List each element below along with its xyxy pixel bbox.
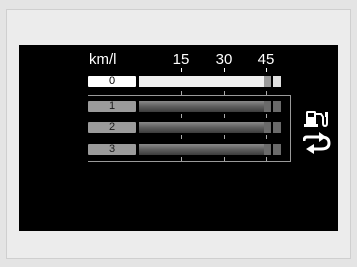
trip-row-current: 0 (88, 76, 281, 87)
grid-tick (224, 135, 225, 139)
grid-tick (181, 114, 182, 118)
trip-bar-1 (139, 101, 281, 112)
bracket-line (290, 95, 291, 162)
trip-row-2: 2 (88, 122, 281, 133)
grid-tick (266, 135, 267, 139)
trip-label-current: 0 (88, 76, 136, 87)
trip-bar-current (139, 76, 281, 87)
trip-bar-2 (139, 122, 281, 133)
trip-label-2: 2 (88, 122, 136, 133)
grid-tick (266, 114, 267, 118)
trip-label-1: 1 (88, 101, 136, 112)
scale-label-30: 30 (215, 51, 233, 68)
cycle-arrows-icon (303, 132, 331, 154)
trip-bar-3 (139, 144, 281, 155)
grid-tick (181, 135, 182, 139)
side-icons (303, 107, 331, 155)
trip-row-1: 1 (88, 101, 281, 112)
trip-row-3: 3 (88, 144, 281, 155)
scale-ticks (181, 68, 267, 72)
scale-label-45: 45 (257, 51, 275, 68)
trip-label-3: 3 (88, 144, 136, 155)
bottom-line (88, 161, 291, 162)
fuel-pump-icon (304, 111, 328, 128)
separator-line (88, 95, 291, 96)
scale-label-15: 15 (172, 51, 190, 68)
grid-tick (224, 114, 225, 118)
fuel-economy-display: km/l 15 30 45 0 1 2 3 (19, 45, 338, 231)
unit-label: km/l (89, 51, 117, 68)
